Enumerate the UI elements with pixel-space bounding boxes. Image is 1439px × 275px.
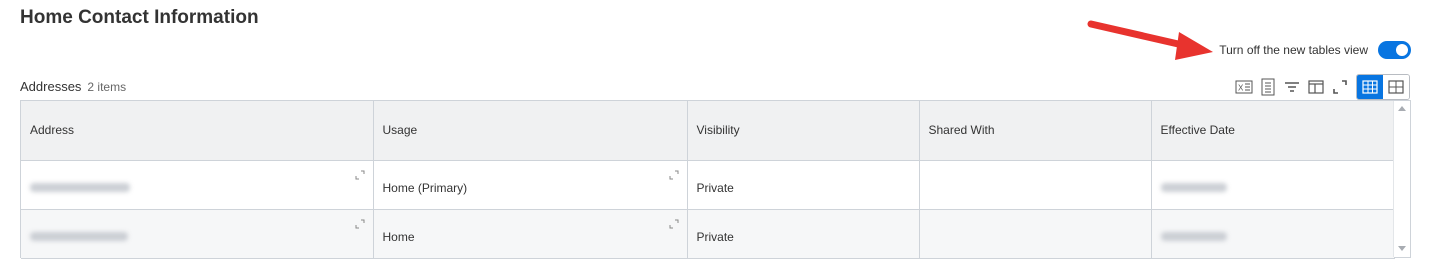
table-view-icon[interactable] (1357, 75, 1383, 99)
effective-date-cell (1151, 209, 1395, 259)
vertical-scrollbar[interactable] (1393, 101, 1410, 257)
section-header: Addresses 2 items (20, 79, 126, 94)
address-cell[interactable] (21, 160, 374, 210)
expand-icon[interactable] (355, 169, 365, 183)
tables-view-toggle-row: Turn off the new tables view (1219, 41, 1411, 59)
item-count: 2 items (87, 80, 127, 94)
annotation-arrow (1087, 20, 1213, 60)
table-toolbar: X (1232, 74, 1410, 100)
tables-view-toggle-label: Turn off the new tables view (1219, 43, 1368, 57)
table-row[interactable]: Home (Primary) Private (21, 160, 1395, 210)
usage-value: Home (382, 229, 415, 244)
redacted-address (30, 231, 128, 241)
address-cell[interactable] (21, 209, 374, 259)
column-header-address[interactable]: Address (21, 101, 374, 161)
tables-view-toggle[interactable] (1378, 41, 1411, 59)
expand-icon[interactable] (669, 218, 679, 232)
column-header-effective-date[interactable]: Effective Date (1151, 101, 1395, 161)
shared-with-cell (919, 209, 1152, 259)
section-title: Addresses (20, 79, 82, 94)
expand-icon[interactable] (355, 218, 365, 232)
fullscreen-icon[interactable] (1328, 74, 1352, 100)
column-layout-icon[interactable] (1304, 74, 1328, 100)
usage-cell[interactable]: Home (373, 209, 688, 259)
svg-text:X: X (1238, 84, 1244, 93)
usage-cell[interactable]: Home (Primary) (373, 160, 688, 210)
filter-icon[interactable] (1280, 74, 1304, 100)
table-header-row: Address Usage Visibility Shared With Eff… (21, 101, 1395, 161)
redacted-date (1160, 182, 1227, 192)
scroll-down-arrow-icon[interactable] (1398, 246, 1406, 251)
addresses-table: Address Usage Visibility Shared With Eff… (20, 100, 1411, 259)
page-title: Home Contact Information (20, 7, 259, 28)
expand-icon[interactable] (669, 169, 679, 183)
shared-with-cell (919, 160, 1152, 210)
effective-date-cell (1151, 160, 1395, 210)
visibility-cell: Private (687, 160, 920, 210)
excel-export-icon[interactable]: X (1232, 74, 1256, 100)
grid-view-icon[interactable] (1383, 75, 1409, 99)
column-header-shared-with[interactable]: Shared With (919, 101, 1152, 161)
toggle-knob (1396, 44, 1408, 56)
redacted-address (30, 182, 130, 192)
column-header-visibility[interactable]: Visibility (687, 101, 920, 161)
visibility-cell: Private (687, 209, 920, 259)
print-icon[interactable] (1256, 74, 1280, 100)
scroll-up-arrow-icon[interactable] (1398, 106, 1406, 111)
column-header-usage[interactable]: Usage (373, 101, 688, 161)
view-switcher (1356, 74, 1410, 100)
table-row[interactable]: Home Private (21, 209, 1395, 259)
redacted-date (1160, 231, 1227, 241)
usage-value: Home (Primary) (382, 180, 468, 195)
